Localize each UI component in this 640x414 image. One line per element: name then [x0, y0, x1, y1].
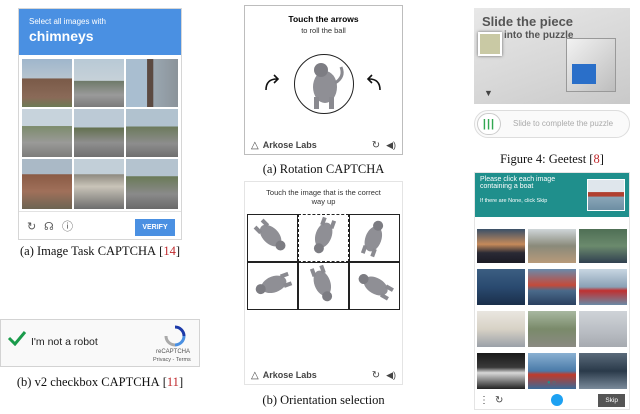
- boat-grid-tile[interactable]: [477, 353, 525, 389]
- boat-grid-tile[interactable]: [528, 269, 576, 305]
- checkbox-label: I'm not a robot: [31, 336, 98, 348]
- puzzle-title-line1: Slide the piece: [482, 14, 574, 29]
- slider-hint: Slide to complete the puzzle: [513, 119, 614, 128]
- boat-example-image: [587, 179, 625, 211]
- checkbox-captcha: I'm not a robot reCAPTCHA Privacy - Term…: [0, 319, 200, 367]
- arkose-brand: Arkose Labs: [262, 370, 317, 380]
- orientation-option[interactable]: [247, 262, 298, 310]
- skip-button[interactable]: Skip: [598, 393, 625, 407]
- image-task-footer: ↻ ☊ ⓘ VERIFY: [19, 211, 181, 241]
- boat-grid-tile[interactable]: [579, 229, 627, 263]
- caption-text: (a) Rotation: [262, 162, 326, 176]
- boat-grid-tile[interactable]: [477, 269, 525, 305]
- grid-tile[interactable]: [74, 59, 124, 107]
- boat-grid-tile[interactable]: [477, 311, 525, 347]
- caption-text-end: ]: [599, 152, 604, 166]
- image-task-caption: (a) Image Task CAPTCHA [14]: [20, 244, 180, 258]
- orientation-option[interactable]: [298, 262, 349, 310]
- arrow-down-icon: ▼: [484, 88, 493, 98]
- caption-text: (b) v2 checkbox: [16, 375, 102, 389]
- slider-track[interactable]: ||| Slide to complete the puzzle: [474, 110, 630, 138]
- instruction-text: Select all images with: [29, 17, 106, 26]
- audio-icon[interactable]: ◀): [386, 370, 396, 381]
- grid-tile[interactable]: [22, 159, 72, 209]
- reload-icon[interactable]: ↻: [495, 395, 503, 406]
- caption-text: Figure 4: Geetest [: [500, 152, 594, 166]
- reload-icon[interactable]: ↻: [372, 140, 380, 151]
- boat-grid-tile[interactable]: [579, 311, 627, 347]
- boat-grid-tile[interactable]: [528, 229, 576, 263]
- geetest-captcha: Slide the piece into the puzzle ▼ ||| Sl…: [474, 8, 630, 144]
- arkose-logo-icon: △: [251, 369, 259, 381]
- arkose-footer: △ Arkose Labs ↻ ◀): [245, 366, 402, 384]
- verify-button[interactable]: VERIFY: [135, 219, 175, 236]
- caption-captcha: CAPTCHA: [325, 162, 385, 176]
- orientation-option[interactable]: [349, 214, 400, 262]
- boat-header: Please click each image containing a boa…: [475, 173, 629, 217]
- orientation-option-selected[interactable]: [298, 214, 349, 262]
- slider-grip-icon: |||: [482, 118, 496, 130]
- grid-tile[interactable]: [22, 59, 72, 107]
- caption-captcha: CAPTCHA: [101, 375, 160, 389]
- boat-grid-tile[interactable]: [528, 311, 576, 347]
- caption-text: (a) Image Task: [20, 244, 98, 258]
- rotate-left-arrow-icon[interactable]: [263, 74, 281, 97]
- orientation-option[interactable]: [247, 214, 298, 262]
- info-icon[interactable]: ⓘ: [62, 222, 73, 233]
- puzzle-blue-block: [572, 64, 596, 84]
- rotation-caption: (a) Rotation CAPTCHA: [244, 162, 403, 177]
- orientation-instruction: Touch the image that is the correct way …: [266, 188, 381, 206]
- grid-tile[interactable]: [126, 159, 178, 209]
- orientation-option[interactable]: [349, 262, 400, 310]
- caption-captcha: CAPTCHA: [97, 244, 157, 258]
- checkbox-caption: (b) v2 checkbox CAPTCHA [11]: [16, 375, 184, 389]
- image-task-captcha: Select all images with chimneys ↻ ☊ ⓘ VE…: [18, 8, 182, 240]
- twitter-bird-icon: [551, 394, 564, 406]
- rotate-right-arrow-icon[interactable]: [365, 74, 383, 97]
- orientation-captcha: Touch the image that is the correct way …: [244, 181, 403, 385]
- reload-icon[interactable]: ↻: [27, 222, 36, 233]
- headphones-icon[interactable]: ☊: [44, 222, 54, 233]
- boat-footer: ⋮ ↻ Skip: [475, 391, 629, 409]
- arkose-logo-icon: △: [251, 139, 259, 151]
- arkose-footer: △ Arkose Labs ↻ ◀): [245, 136, 402, 154]
- citation-ref[interactable]: 11: [167, 375, 179, 389]
- slider-handle[interactable]: |||: [477, 113, 501, 135]
- image-grid: [22, 59, 178, 209]
- boat-image-captcha: Please click each image containing a boa…: [474, 172, 630, 410]
- grid-tile[interactable]: [74, 109, 124, 157]
- page-dots-icon: ● ○: [547, 380, 556, 386]
- boat-grid-tile[interactable]: [477, 229, 525, 263]
- rotation-subtitle: to roll the ball: [301, 26, 346, 35]
- grid-tile[interactable]: [74, 159, 124, 209]
- animal-figure-icon: [313, 63, 344, 109]
- grid-tile[interactable]: [126, 109, 178, 157]
- grid-tile[interactable]: [126, 59, 178, 107]
- rotation-title: Touch the arrows: [288, 14, 359, 24]
- target-object: chimneys: [29, 28, 94, 44]
- puzzle-image: Slide the piece into the puzzle ▼: [474, 8, 630, 104]
- privacy-terms-links[interactable]: Privacy - Terms: [153, 357, 191, 363]
- recaptcha-logo-icon: [164, 325, 186, 352]
- instruction-header: Select all images with chimneys: [19, 9, 181, 55]
- arkose-brand: Arkose Labs: [262, 140, 317, 150]
- boat-grid-tile[interactable]: [579, 353, 627, 389]
- rotation-captcha: Touch the arrows to roll the ball △ Arko…: [244, 5, 403, 155]
- reload-icon[interactable]: ↻: [372, 370, 380, 381]
- rotation-ball: [294, 54, 354, 114]
- audio-icon[interactable]: ◀): [386, 140, 396, 151]
- more-options-icon[interactable]: ⋮: [479, 395, 489, 406]
- boat-grid-tile[interactable]: [579, 269, 627, 305]
- orientation-caption: (b) Orientation selection: [262, 393, 385, 407]
- geetest-caption: Figure 4: Geetest [8]: [474, 152, 630, 167]
- puzzle-piece[interactable]: [478, 32, 502, 56]
- checkmark-icon[interactable]: [7, 330, 27, 351]
- citation-ref[interactable]: 14: [163, 244, 176, 258]
- recaptcha-brand: reCAPTCHA: [156, 349, 191, 355]
- grid-tile[interactable]: [22, 109, 72, 157]
